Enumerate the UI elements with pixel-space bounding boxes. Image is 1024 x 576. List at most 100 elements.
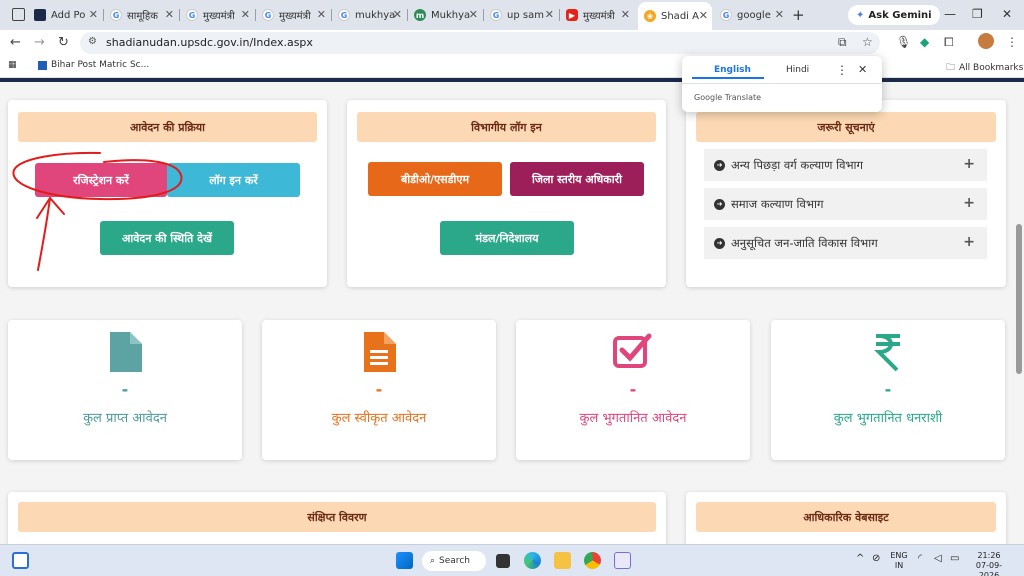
plus-icon[interactable]: + — [963, 156, 975, 172]
plus-icon[interactable]: + — [963, 234, 975, 250]
edge-icon[interactable] — [524, 552, 541, 569]
stat-card-approved: - कुल स्वीकृत आवेदन — [262, 320, 496, 460]
all-bookmarks[interactable]: 🗀 All Bookmarks — [946, 60, 1023, 76]
translate-tab-english[interactable]: English — [714, 65, 751, 75]
page-scrollbar[interactable] — [1016, 224, 1022, 374]
language-indicator[interactable]: ENG IN — [888, 551, 910, 571]
time-text: 21:26 — [977, 551, 1001, 560]
mic-icon[interactable]: 🎙 — [896, 35, 911, 49]
tab-1[interactable]: Add Po ✕ — [28, 4, 102, 26]
bookmark-star-icon[interactable]: ☆ — [862, 35, 873, 49]
tab-search-icon[interactable] — [12, 8, 25, 21]
extension-icon-green[interactable]: ◆ — [920, 35, 929, 49]
tab-close-icon[interactable]: ✕ — [165, 8, 174, 21]
restore-icon[interactable]: ❐ — [972, 7, 983, 21]
bookmark-item[interactable]: Bihar Post Matric Sc... — [38, 60, 149, 70]
tab-close-icon[interactable]: ✕ — [469, 8, 478, 21]
extensions-puzzle-icon[interactable]: ⧠ — [944, 35, 954, 50]
application-status-button[interactable]: आवेदन की स्थिति देखें — [100, 221, 234, 255]
tab-close-icon[interactable]: ✕ — [699, 9, 708, 22]
stat-value: - — [375, 380, 383, 399]
tab-label: up sam — [507, 9, 544, 21]
tab-2[interactable]: G सामूहिक ✕ — [104, 4, 178, 26]
translate-options-icon[interactable]: ⋮ — [836, 63, 848, 77]
notice-label: अनुसूचित जन-जाति विकास विभाग — [731, 235, 878, 250]
division-directorate-button[interactable]: मंडल/निदेशालय — [440, 221, 574, 255]
back-icon[interactable]: ← — [10, 35, 21, 50]
notice-item-scheduled-tribe[interactable]: ➜ अनुसूचित जन-जाति विकास विभाग + — [704, 227, 987, 259]
date-text: 07-09-2026 — [975, 561, 1003, 576]
ask-gemini-button[interactable]: ✦ Ask Gemini — [848, 5, 940, 25]
notice-item-social-welfare[interactable]: ➜ समाज कल्याण विभाग + — [704, 188, 987, 220]
tab-close-icon[interactable]: ✕ — [545, 8, 554, 21]
register-button[interactable]: रजिस्ट्रेशन करें — [35, 163, 167, 197]
new-tab-icon[interactable]: + — [792, 6, 805, 24]
reload-icon[interactable]: ↻ — [58, 35, 69, 50]
url-text[interactable]: shadianudan.upsdc.gov.in/Index.aspx — [106, 36, 313, 49]
tab-6[interactable]: m Mukhya ✕ — [408, 4, 482, 26]
rupee-icon — [771, 332, 1005, 372]
translate-icon[interactable]: ⧉ — [838, 35, 847, 50]
browser-toolbar: ← → ↻ ⚙ shadianudan.upsdc.gov.in/Index.a… — [0, 30, 1024, 56]
address-bar[interactable]: ⚙ shadianudan.upsdc.gov.in/Index.aspx ⧉ … — [80, 32, 880, 54]
translate-close-icon[interactable]: ✕ — [858, 63, 867, 76]
translate-tab-hindi[interactable]: Hindi — [786, 65, 809, 75]
tab-close-icon[interactable]: ✕ — [621, 8, 630, 21]
tab-close-icon[interactable]: ✕ — [89, 8, 98, 21]
tab-10[interactable]: G google ✕ — [714, 4, 788, 26]
official-website-card: आधिकारिक वेबसाइट — [686, 492, 1006, 544]
tab-label: मुख्यमंत्री — [583, 11, 615, 22]
arrow-right-icon: ➜ — [714, 198, 725, 210]
tab-close-icon[interactable]: ✕ — [241, 8, 250, 21]
stat-label: कुल स्वीकृत आवेदन — [331, 411, 427, 426]
bdo-sdm-button[interactable]: बीडीओ/एसडीएम — [368, 162, 502, 196]
volume-icon[interactable]: ◁ — [934, 554, 942, 564]
taskbar-search[interactable]: ⌕ Search — [422, 551, 486, 571]
tray-chevron-icon[interactable]: ^ — [856, 554, 864, 564]
wifi-icon[interactable]: ◜ — [918, 554, 922, 564]
battery-icon[interactable]: ▭ — [950, 554, 959, 564]
chrome-icon[interactable] — [584, 552, 601, 569]
tab-5[interactable]: G mukhya ✕ — [332, 4, 406, 26]
file-explorer-icon[interactable] — [554, 552, 571, 569]
stat-card-paid: - कुल भुगतानित आवेदन — [516, 320, 750, 460]
lang-code: ENG — [890, 551, 908, 560]
plus-icon[interactable]: + — [963, 195, 975, 211]
notice-item-obc[interactable]: ➜ अन्य पिछड़ा वर्ग कल्याण विभाग + — [704, 149, 987, 181]
tab-4[interactable]: G मुख्यमंत्री ✕ — [256, 4, 330, 26]
tab-label: सामूहिक — [127, 11, 158, 22]
stat-label: कुल भुगतानित धनराशी — [833, 411, 943, 426]
district-officer-button[interactable]: जिला स्तरीय अधिकारी — [510, 162, 644, 196]
menu-dots-icon[interactable]: ⋮ — [1006, 35, 1018, 49]
windows-start-icon[interactable] — [396, 552, 413, 569]
tab-8[interactable]: ▶ मुख्यमंत्री ✕ — [560, 4, 634, 26]
tab-close-icon[interactable]: ✕ — [393, 8, 402, 21]
task-view-icon[interactable] — [496, 554, 510, 568]
clock[interactable]: 21:26 07-09-2026 — [968, 551, 1010, 576]
apps-grid-icon[interactable]: ▦ — [8, 60, 17, 70]
site-info-icon[interactable]: ⚙ — [88, 36, 97, 47]
tray-app-icon[interactable]: ⊘ — [872, 554, 880, 564]
profile-avatar[interactable] — [978, 33, 994, 49]
windows-taskbar: ⌕ Search ^ ⊘ ENG IN ◜ ◁ ▭ 21:26 07-09-20… — [0, 544, 1024, 576]
translate-popup: English Hindi ⋮ ✕ Google Translate — [682, 56, 882, 112]
tab-close-icon[interactable]: ✕ — [317, 8, 326, 21]
stat-value: - — [629, 380, 637, 399]
widgets-icon[interactable] — [12, 552, 29, 569]
notice-label: अन्य पिछड़ा वर्ग कल्याण विभाग — [731, 157, 864, 172]
web-page: आवेदन की प्रक्रिया रजिस्ट्रेशन करें लॉग … — [0, 78, 1024, 544]
folder-icon: 🗀 — [946, 63, 956, 73]
google-translate-label: Google Translate — [694, 93, 762, 102]
stat-value: - — [121, 380, 129, 399]
login-button[interactable]: लॉग इन करें — [167, 163, 300, 197]
forward-icon[interactable]: → — [34, 35, 45, 50]
important-notices-card: जरूरी सूचनाएं ➜ अन्य पिछड़ा वर्ग कल्याण … — [686, 100, 1006, 287]
tab-9-active[interactable]: ❀ Shadi A ✕ — [638, 2, 712, 30]
tab-close-icon[interactable]: ✕ — [775, 8, 784, 21]
google-icon: G — [720, 9, 732, 21]
tab-7[interactable]: G up sam ✕ — [484, 4, 558, 26]
minimize-icon[interactable]: — — [944, 7, 956, 21]
close-window-icon[interactable]: ✕ — [1002, 7, 1012, 21]
app-icon[interactable] — [614, 552, 631, 569]
tab-3[interactable]: G मुख्यमंत्री ✕ — [180, 4, 254, 26]
